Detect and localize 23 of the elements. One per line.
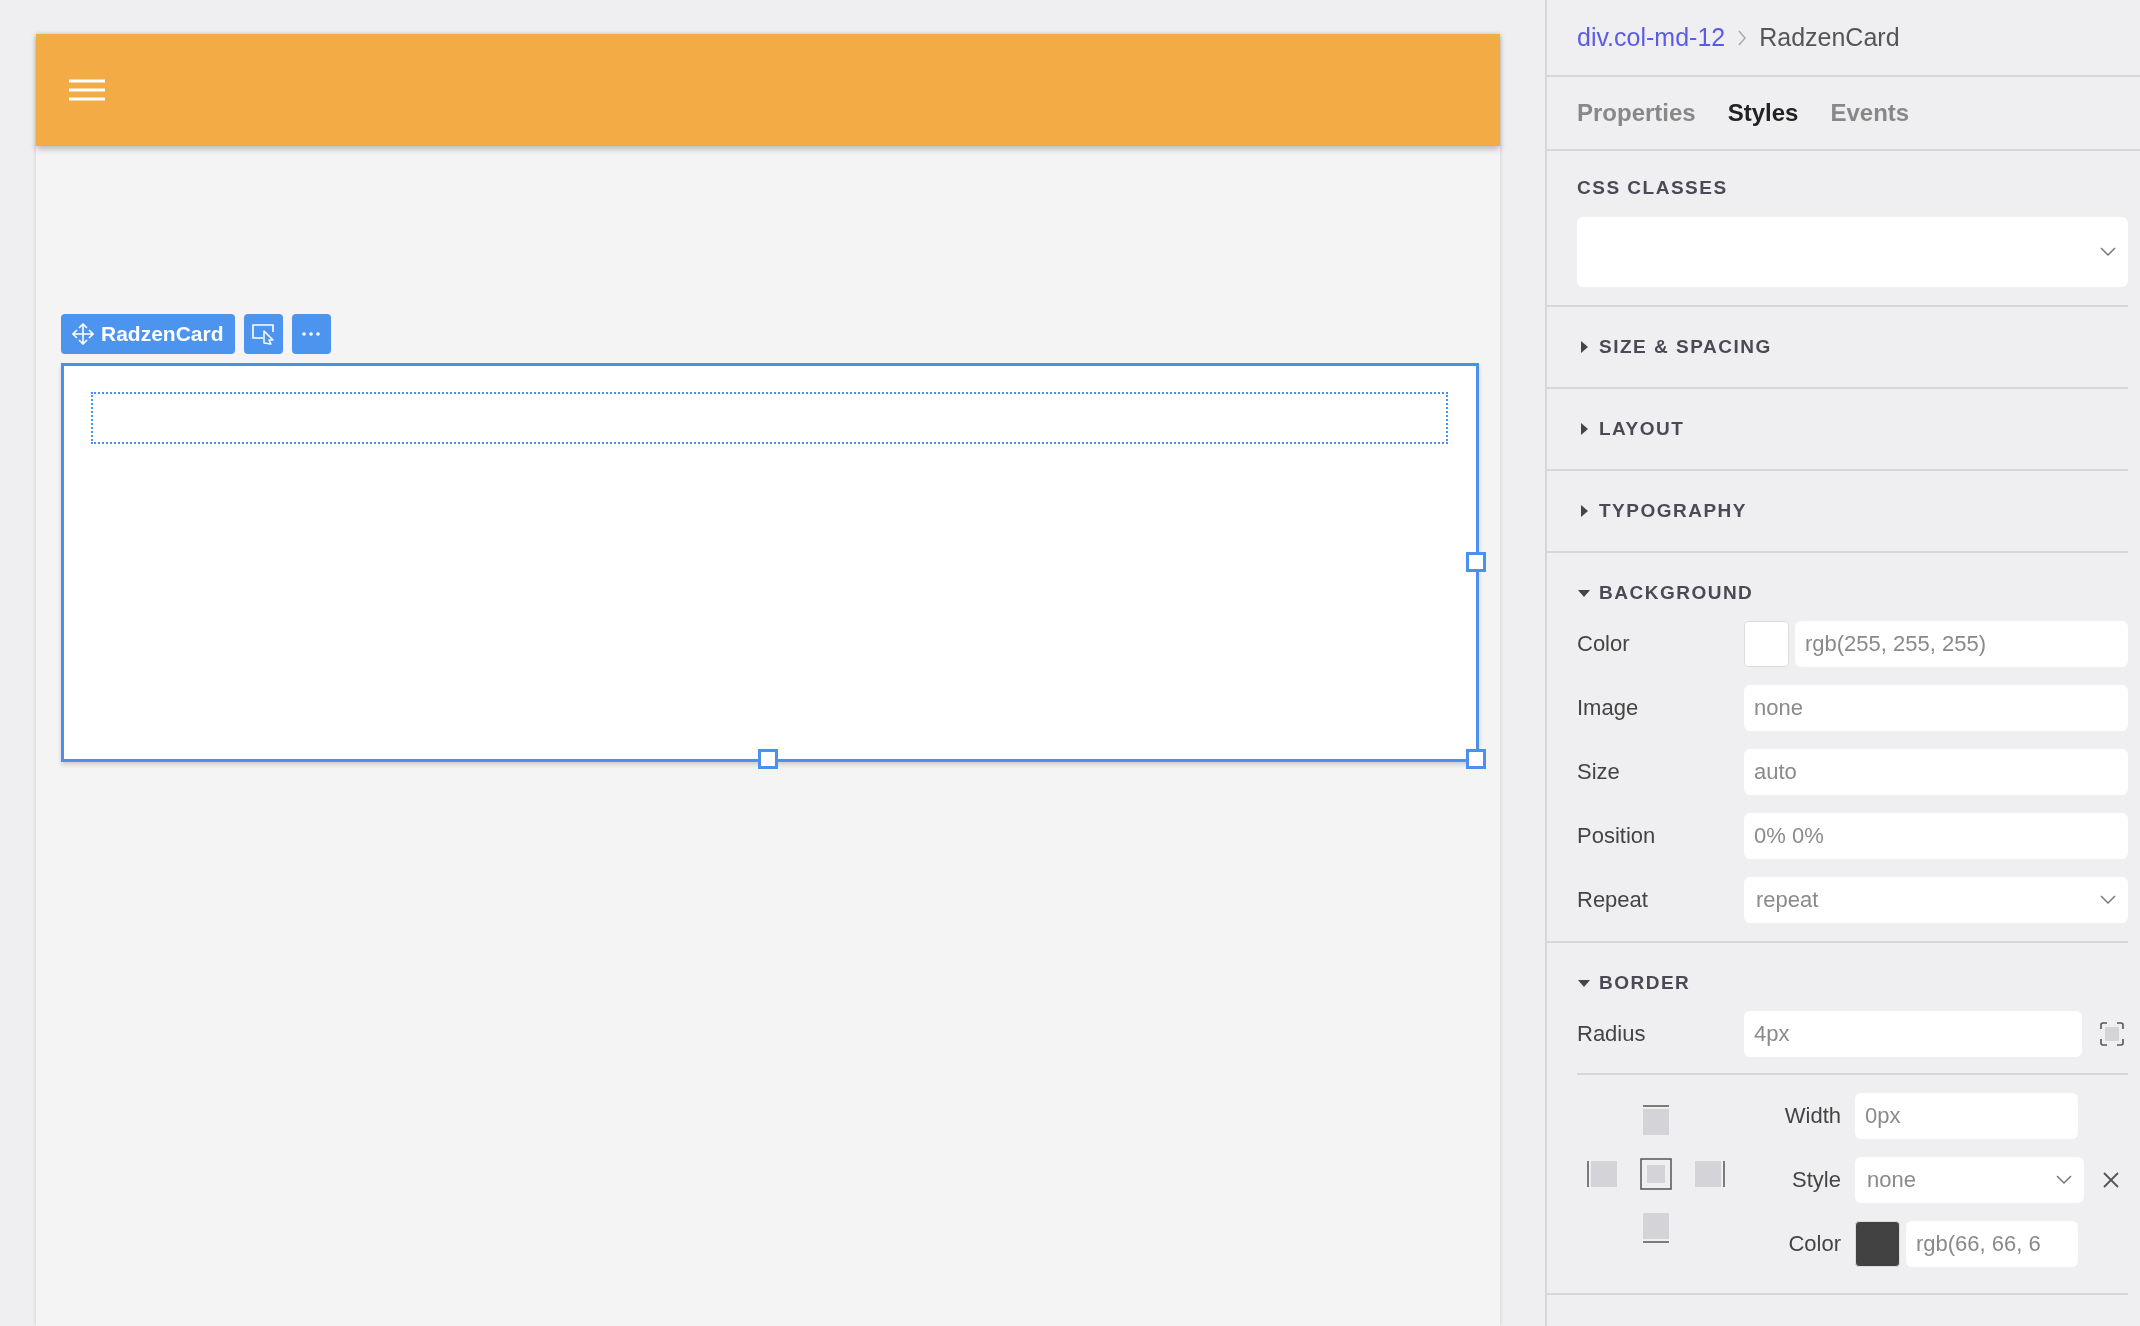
section-header[interactable]: SIZE & SPACING <box>1577 307 2128 387</box>
section-header[interactable]: TYPOGRAPHY <box>1577 471 2128 551</box>
breadcrumb-link[interactable]: div.col-md-12 <box>1577 23 1726 52</box>
section-title: CSS CLASSES <box>1577 177 1729 199</box>
text-input[interactable]: 4px <box>1744 1011 2082 1057</box>
field-label: Size <box>1577 759 1621 785</box>
field-label: Width <box>1783 1103 1842 1129</box>
section-header[interactable]: LAYOUT <box>1577 389 2128 469</box>
field-label: Repeat <box>1577 887 1649 913</box>
breadcrumb-current: RadzenCard <box>1759 23 1900 52</box>
field-label: Color <box>1577 631 1631 657</box>
text-input[interactable]: auto <box>1744 749 2128 795</box>
text-input[interactable]: none <box>1744 685 2128 731</box>
field-label: Style <box>1791 1167 1842 1193</box>
text-input[interactable]: 0px <box>1855 1093 2078 1139</box>
tab[interactable]: Styles <box>1727 99 1799 127</box>
text-input[interactable]: 0% 0% <box>1744 813 2128 859</box>
color-input[interactable]: rgb(255, 255, 255) <box>1795 621 2128 667</box>
field-label: Position <box>1577 823 1657 849</box>
field-label: Image <box>1577 695 1640 721</box>
field-label: Color <box>1787 1231 1842 1257</box>
color-input[interactable]: rgb(66, 66, 6 <box>1906 1221 2078 1267</box>
field-label: Radius <box>1577 1021 1647 1047</box>
